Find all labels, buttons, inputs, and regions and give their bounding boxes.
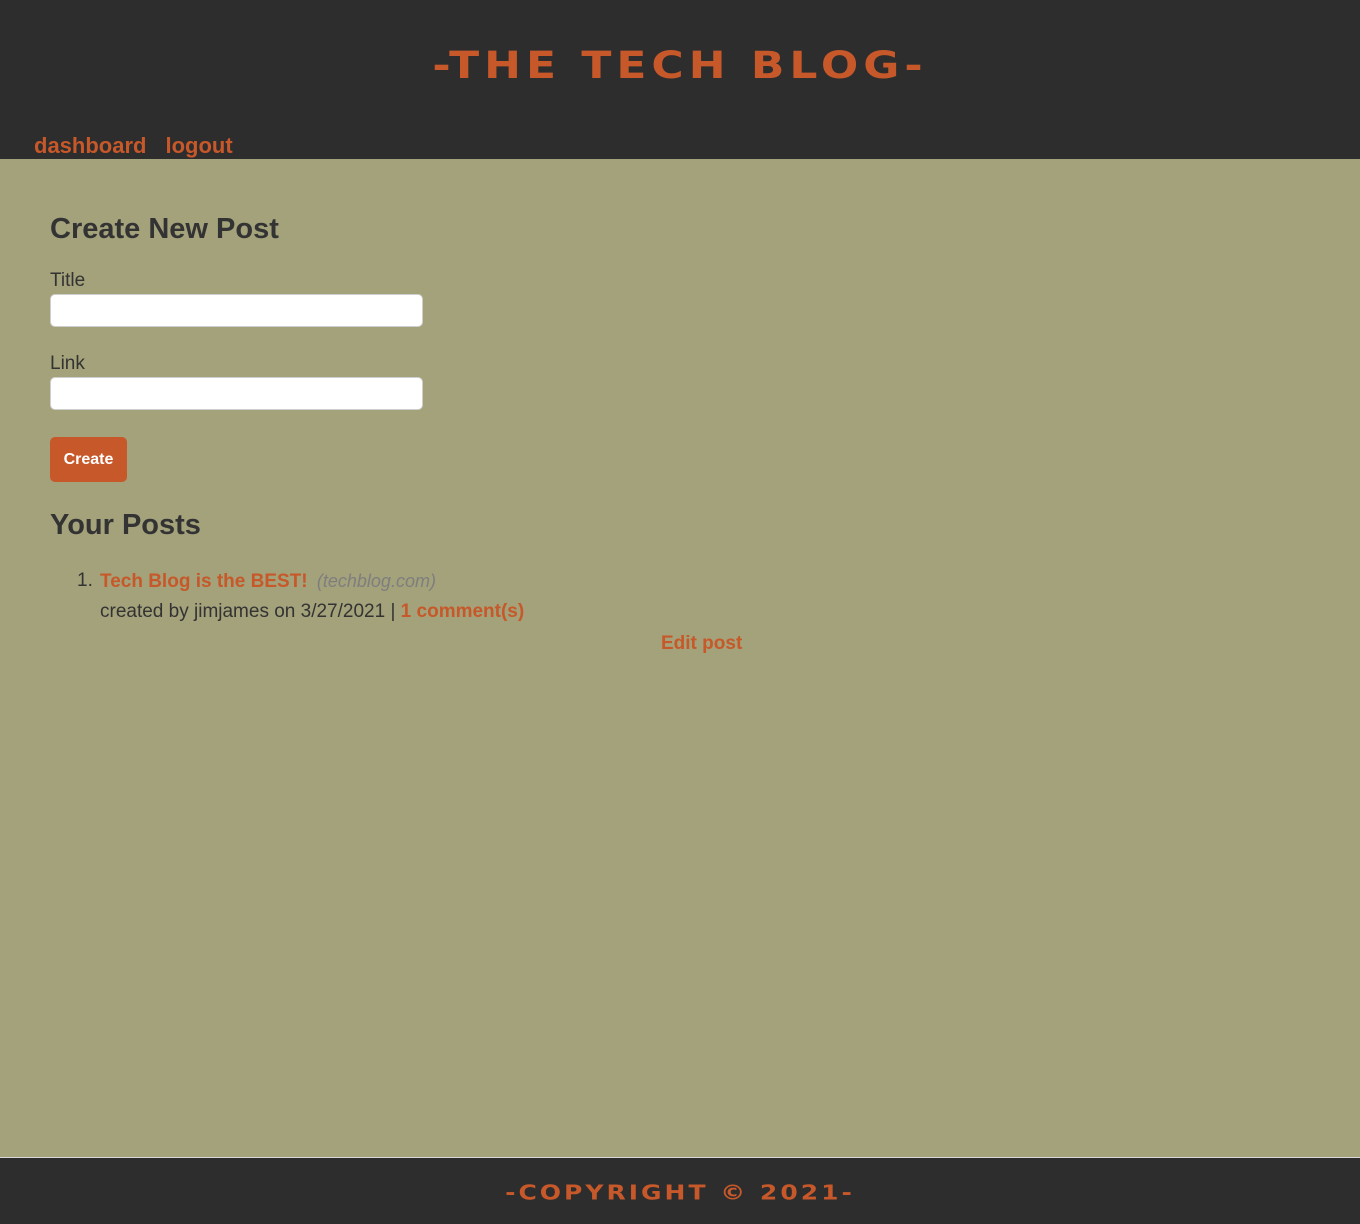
list-item: 1. Tech Blog is the BEST! (techblog.com)… <box>50 566 770 627</box>
main-nav: dashboard logout <box>34 132 233 160</box>
edit-post-link[interactable]: Edit post <box>661 629 742 659</box>
your-posts-heading: Your Posts <box>50 509 201 541</box>
site-logo: -THE TECH BLOG- <box>432 43 928 88</box>
post-number: 1. <box>77 570 93 591</box>
post-comments-link[interactable]: 1 comment(s) <box>401 601 525 622</box>
nav-logout-link[interactable]: logout <box>165 132 232 160</box>
site-footer: -COPYRIGHT © 2021- <box>0 1157 1360 1224</box>
create-button[interactable]: Create <box>50 437 127 482</box>
create-post-heading: Create New Post <box>50 213 279 245</box>
title-input[interactable] <box>50 294 423 327</box>
posts-list: 1. Tech Blog is the BEST! (techblog.com)… <box>50 566 770 627</box>
site-header: -THE TECH BLOG- dashboard logout <box>0 0 1360 159</box>
post-domain: (techblog.com) <box>316 571 436 591</box>
post-meta: created by jimjames on 3/27/2021 | 1 com… <box>100 597 770 627</box>
post-title-link[interactable]: Tech Blog is the BEST! <box>100 571 308 592</box>
link-label: Link <box>50 353 85 374</box>
title-label: Title <box>50 270 86 291</box>
post-meta-text: created by jimjames on 3/27/2021 | <box>100 601 401 622</box>
nav-dashboard-link[interactable]: dashboard <box>34 132 146 160</box>
link-input[interactable] <box>50 377 423 410</box>
copyright-text: -COPYRIGHT © 2021- <box>505 1181 855 1205</box>
